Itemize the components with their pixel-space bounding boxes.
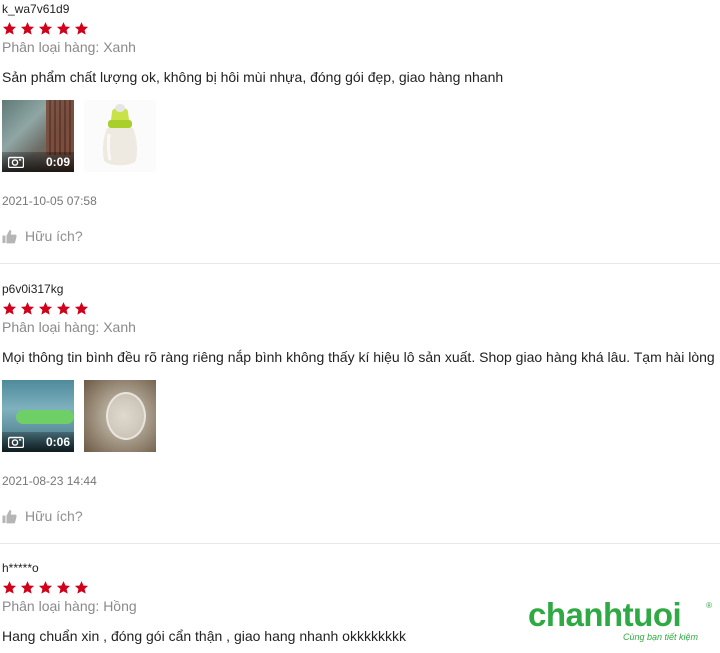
review-comment: Hang chuẩn xin , đóng gói cẩn thận , gia…	[2, 628, 406, 644]
star-icon	[20, 301, 35, 316]
review-item: p6v0i317kg Phân loại hàng: Xanh Mọi thôn…	[0, 280, 720, 544]
thumbs-up-icon	[2, 229, 17, 244]
baby-bottle-image	[103, 104, 137, 166]
video-camera-icon	[8, 156, 24, 168]
review-username: p6v0i317kg	[2, 282, 64, 296]
rating-stars	[2, 21, 89, 37]
logo-tagline: Cùng bạn tiết kiệm	[622, 632, 698, 642]
helpful-label: Hữu ích?	[25, 228, 83, 244]
star-icon	[56, 580, 71, 595]
review-comment: Mọi thông tin bình đều rõ ràng riêng nắp…	[2, 349, 715, 365]
star-icon	[38, 21, 53, 36]
review-image-thumbnail[interactable]	[84, 380, 156, 452]
logo-wordmark: chanhtuoi	[528, 596, 682, 633]
review-username: k_wa7v61d9	[2, 2, 70, 16]
chanhtuoi-watermark-logo: chanhtuoi ® Cùng bạn tiết kiệm	[528, 598, 718, 644]
review-video-thumbnail[interactable]: 0:09	[2, 100, 74, 172]
rating-stars	[2, 301, 89, 317]
star-icon	[74, 21, 89, 36]
helpful-label: Hữu ích?	[25, 508, 83, 524]
review-date: 2021-10-05 07:58	[2, 194, 97, 208]
review-comment: Sản phẩm chất lượng ok, không bị hôi mùi…	[2, 69, 504, 85]
star-icon	[20, 21, 35, 36]
star-icon	[2, 21, 17, 36]
review-item: k_wa7v61d9 Phân loại hàng: Xanh Sản phẩm…	[0, 0, 720, 264]
video-overlay: 0:09	[2, 152, 74, 172]
star-icon	[74, 301, 89, 316]
review-video-thumbnail[interactable]: 0:06	[2, 380, 74, 452]
star-icon	[20, 580, 35, 595]
review-variation: Phân loại hàng: Xanh	[2, 39, 136, 55]
star-icon	[74, 580, 89, 595]
star-icon	[2, 301, 17, 316]
review-media: 0:06	[2, 380, 156, 452]
video-overlay: 0:06	[2, 432, 74, 452]
star-icon	[38, 580, 53, 595]
review-variation: Phân loại hàng: Xanh	[2, 319, 136, 335]
star-icon	[2, 580, 17, 595]
rating-stars	[2, 580, 89, 596]
review-date: 2021-08-23 14:44	[2, 474, 97, 488]
helpful-button[interactable]: Hữu ích?	[2, 508, 83, 524]
star-icon	[56, 301, 71, 316]
video-camera-icon	[8, 436, 24, 448]
review-image-thumbnail[interactable]	[84, 100, 156, 172]
star-icon	[56, 21, 71, 36]
review-variation: Phân loại hàng: Hồng	[2, 598, 137, 614]
review-username: h*****o	[2, 561, 39, 575]
registered-mark: ®	[706, 601, 712, 610]
review-media: 0:09	[2, 100, 156, 172]
video-duration: 0:09	[45, 155, 70, 169]
star-icon	[38, 301, 53, 316]
video-duration: 0:06	[45, 435, 70, 449]
thumbs-up-icon	[2, 509, 17, 524]
helpful-button[interactable]: Hữu ích?	[2, 228, 83, 244]
